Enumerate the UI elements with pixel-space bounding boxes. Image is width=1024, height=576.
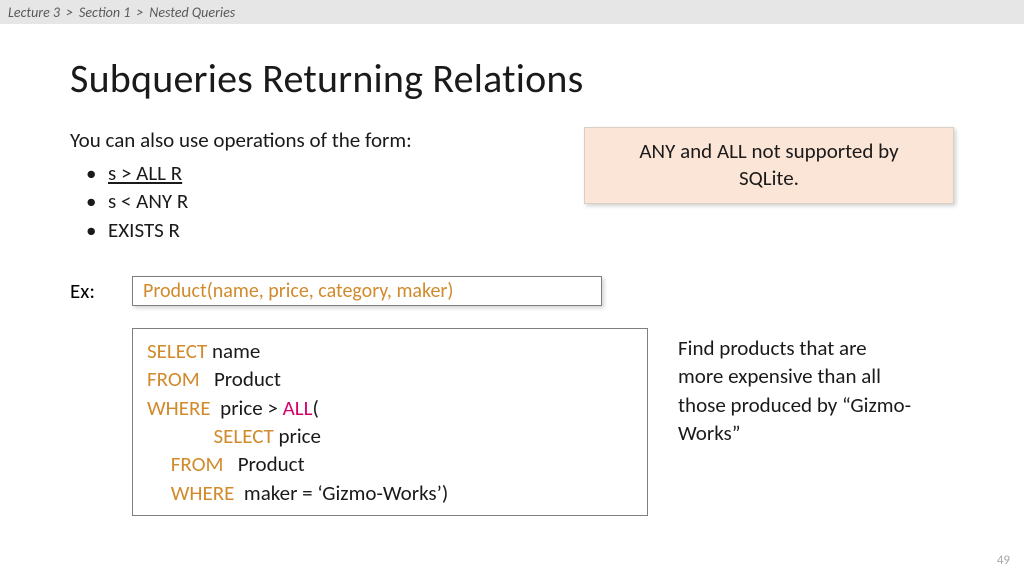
kw-where: WHERE xyxy=(147,395,211,421)
list-item: EXISTS R xyxy=(108,216,544,244)
kw-all: ALL xyxy=(283,395,313,421)
page-title: Subqueries Returning Relations xyxy=(70,54,954,103)
kw-from: FROM xyxy=(147,366,200,392)
op-all: s > ALL R xyxy=(108,160,182,186)
breadcrumb-part: Nested Queries xyxy=(149,4,235,21)
intro-left: You can also use operations of the form:… xyxy=(70,127,544,244)
kw-where-inner: WHERE xyxy=(171,480,235,506)
query-row: SELECT name FROM Product WHERE price > A… xyxy=(70,328,954,516)
sql-price: price xyxy=(274,423,321,449)
slide-content: Subqueries Returning Relations You can a… xyxy=(0,24,1024,516)
op-exists: EXISTS R xyxy=(108,217,180,243)
example-row: Ex: Product(name, price, category, maker… xyxy=(70,276,954,306)
note-line-2: SQLite. xyxy=(599,165,939,192)
sql-maker: maker = ‘Gizmo-Works’) xyxy=(234,480,448,506)
breadcrumb-sep: > xyxy=(136,4,143,21)
sql-product: Product xyxy=(200,366,281,392)
schema-box: Product(name, price, category, maker) xyxy=(132,276,602,306)
op-any: s < ANY R xyxy=(108,188,188,214)
list-item: s < ANY R xyxy=(108,187,544,215)
sql-name: name xyxy=(207,338,260,364)
kw-select: SELECT xyxy=(147,338,207,364)
sql-query-box: SELECT name FROM Product WHERE price > A… xyxy=(132,328,648,516)
breadcrumb-part: Section 1 xyxy=(79,4,130,21)
breadcrumb: Lecture 3 > Section 1 > Nested Queries xyxy=(0,0,1024,24)
sql-price-gt: price > xyxy=(211,395,283,421)
sql-open: ( xyxy=(312,395,318,421)
page-number: 49 xyxy=(997,553,1010,568)
example-label: Ex: xyxy=(70,276,118,304)
list-item: s > ALL R xyxy=(108,159,544,187)
intro-row: You can also use operations of the form:… xyxy=(70,127,954,244)
operations-list: s > ALL R s < ANY R EXISTS R xyxy=(70,159,544,244)
sql-product-inner: Product xyxy=(223,451,304,477)
note-line-1: ANY and ALL not supported by xyxy=(599,138,939,165)
note-box: ANY and ALL not supported by SQLite. xyxy=(584,127,954,204)
kw-select-inner: SELECT xyxy=(213,423,273,449)
explanation-text: Find products that are more expensive th… xyxy=(678,328,913,447)
kw-from-inner: FROM xyxy=(171,451,224,477)
breadcrumb-part: Lecture 3 xyxy=(8,4,60,21)
intro-text: You can also use operations of the form: xyxy=(70,127,544,153)
breadcrumb-sep: > xyxy=(66,4,73,21)
